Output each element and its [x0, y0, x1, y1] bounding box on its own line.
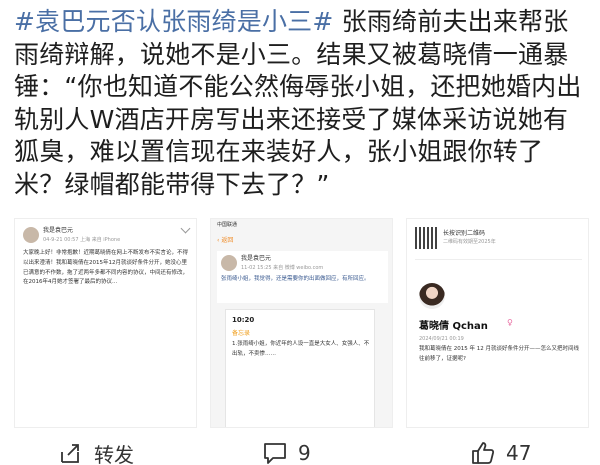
share-icon: [58, 440, 84, 465]
post-date: 2024/09/21 00:19: [419, 336, 464, 342]
comment-button[interactable]: 9: [262, 440, 311, 465]
like-count: 47: [506, 441, 532, 465]
username: 我是袁巴元: [43, 227, 74, 234]
gender-icon: ♀: [507, 318, 513, 327]
back-chevron-icon: ‹: [217, 237, 220, 244]
notes-screenshot: 10:20 备忘录 1.张雨绮小姐，你近年的人设一直是大女人、女强人、不出轨，不…: [225, 309, 375, 427]
notes-time: 10:20: [232, 316, 255, 324]
qr-sub-label: 二维码有效期至2025年: [443, 239, 496, 245]
qr-code-icon: [415, 227, 437, 249]
share-button[interactable]: 转发: [58, 440, 134, 465]
avatar: [419, 283, 445, 309]
divider: [415, 259, 582, 260]
profile-name: 葛晓倩 Qchan: [419, 321, 488, 332]
avatar: [23, 227, 39, 243]
profile-body: 我和葛晓倩在 2015 年 12 月就谈好条件分开——怎么又把时间线往前移了，证…: [419, 346, 579, 362]
status-bar: 中国联通: [211, 219, 392, 231]
image-thumbnail-3[interactable]: 长按识别二维码 二维码有效期至2025年 葛晓倩 Qchan ♀ 2024/09…: [406, 218, 589, 428]
avatar: [221, 255, 237, 271]
back-label: 返回: [221, 237, 234, 244]
image-thumbnail-1[interactable]: 我是袁巴元 04-9-21 00:57 上海 来自 iPhone 大家晚上好！非…: [14, 218, 197, 428]
comment-count: 9: [298, 441, 311, 465]
hashtag-link[interactable]: #袁巴元否认张雨绮是小三#: [14, 7, 334, 36]
notes-back-label: 备忘录: [232, 330, 251, 337]
post-meta: 11-02 15:25 来自 微博 weibo.com: [241, 265, 324, 271]
carrier: 中国联通: [217, 222, 238, 228]
image-thumbnail-2[interactable]: 中国联通 ‹ 返回 我是袁巴元 11-02 15:25 来自 微博 weibo.…: [210, 218, 393, 428]
action-bar: 转发 9 47: [0, 436, 600, 465]
comment-icon: [262, 440, 288, 465]
nav-row: ‹ 返回: [211, 233, 392, 247]
post-card: 我是袁巴元 11-02 15:25 来自 微博 weibo.com 张雨绮小姐，…: [217, 251, 388, 303]
like-button[interactable]: 47: [470, 440, 531, 465]
notes-body: 1.张雨绮小姐，你近年的人设一直是大女人、女强人、不出轨，不卖惨……: [232, 341, 370, 357]
post-text: #袁巴元否认张雨绮是小三# 张雨绮前夫出来帮张雨绮辩解，说她不是小三。结果又被葛…: [14, 6, 588, 201]
image-grid: 我是袁巴元 04-9-21 00:57 上海 来自 iPhone 大家晚上好！非…: [14, 218, 589, 428]
card-body: 张雨绮小姐，我觉得，还是需要你的出面做回应，有所回应。: [221, 276, 370, 282]
chevron-down-icon: [182, 225, 190, 231]
qr-label: 长按识别二维码: [443, 230, 486, 237]
post-meta: 04-9-21 00:57 上海 来自 iPhone: [43, 237, 121, 243]
share-label: 转发: [94, 442, 134, 465]
username: 我是袁巴元: [241, 255, 272, 262]
screenshot-body: 大家晚上好！非常抱歉！近期葛晓倩在网上不断发布不实言论，不得以出来澄清！我和葛晓…: [23, 250, 189, 286]
thumbs-up-icon: [470, 440, 496, 465]
